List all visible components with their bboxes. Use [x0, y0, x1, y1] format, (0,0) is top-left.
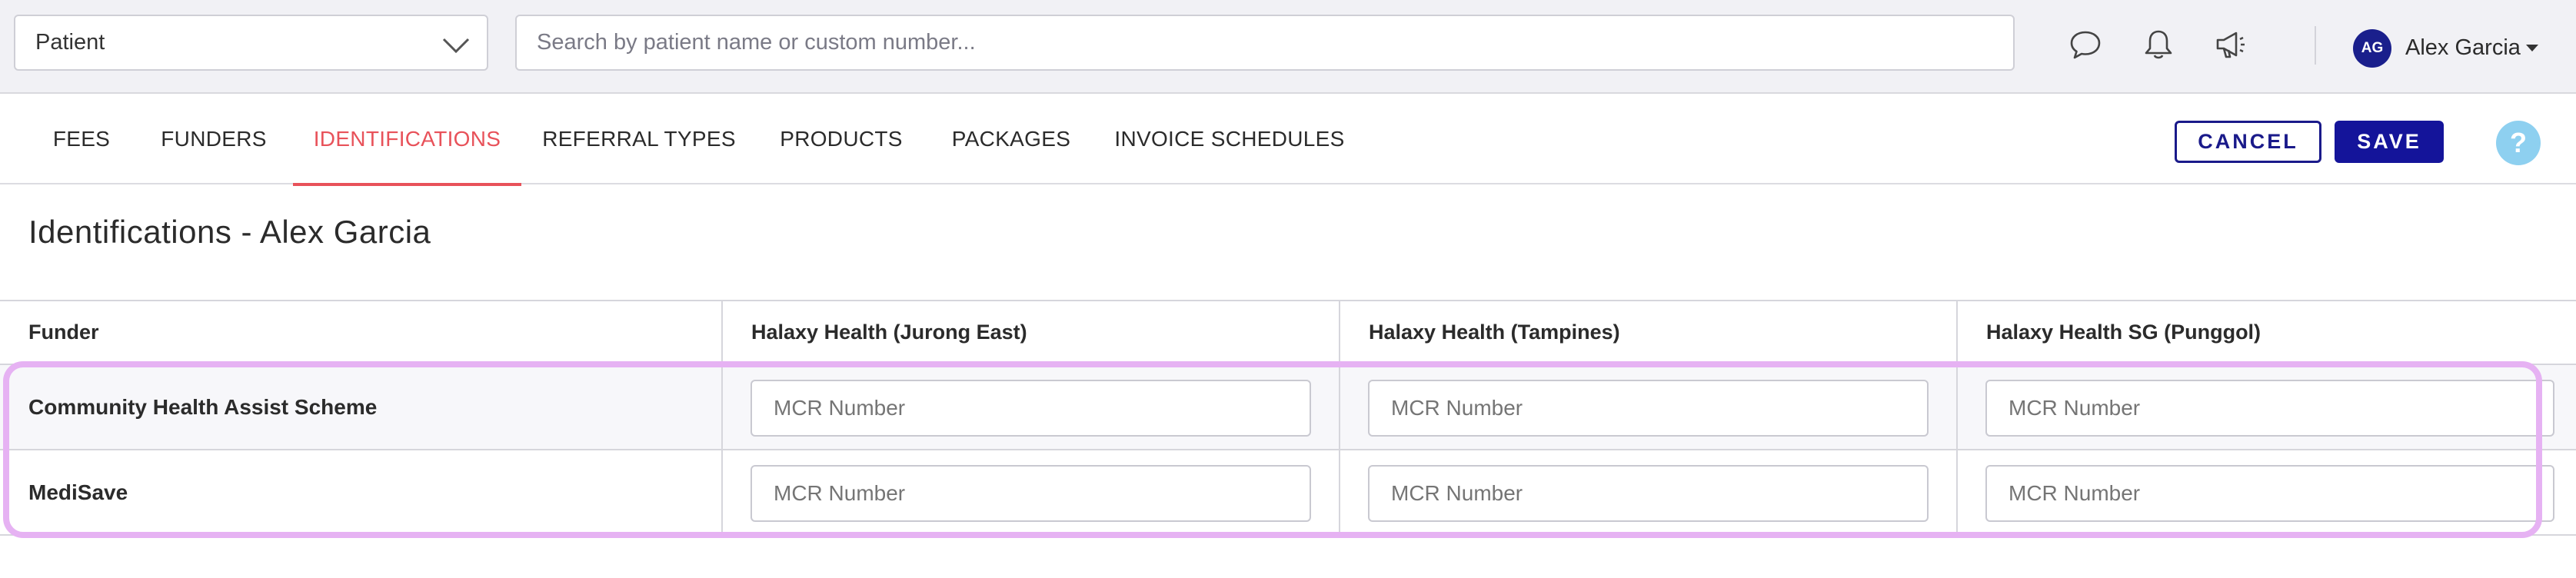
patient-type-select[interactable]: Patient: [14, 15, 488, 71]
tab-label: REFERRAL TYPES: [542, 127, 736, 151]
table-cell: [1340, 450, 1958, 536]
help-icon[interactable]: ?: [2496, 121, 2541, 165]
column-header-location: Halaxy Health (Jurong East): [723, 301, 1340, 365]
column-header-location: Halaxy Health SG (Punggol): [1958, 301, 2576, 365]
user-menu-name[interactable]: Alex Garcia: [2405, 35, 2521, 61]
patient-search-input[interactable]: Search by patient name or custom number.…: [515, 15, 2015, 71]
chevron-down-icon: [442, 38, 470, 54]
bell-icon[interactable]: [2142, 28, 2175, 61]
mcr-number-input[interactable]: [751, 465, 1311, 522]
tab-invoice-schedules[interactable]: INVOICE SCHEDULES: [1110, 94, 1349, 184]
avatar[interactable]: AG: [2353, 29, 2391, 68]
patient-type-select-value: Patient: [35, 30, 105, 55]
top-bar: Patient Search by patient name or custom…: [0, 0, 2576, 94]
funder-name: MediSave: [0, 450, 723, 536]
mcr-number-input[interactable]: [1368, 380, 1929, 437]
table-cell: [723, 450, 1340, 536]
tab-label: FEES: [52, 127, 111, 151]
chat-bubble-icon[interactable]: [2068, 28, 2102, 61]
tab-fees[interactable]: FEES: [35, 94, 128, 184]
megaphone-icon[interactable]: [2213, 28, 2247, 61]
tab-label: IDENTIFICATIONS: [313, 127, 501, 151]
topbar-divider: [2315, 26, 2316, 65]
caret-down-icon[interactable]: [2526, 45, 2538, 51]
save-button[interactable]: SAVE: [2335, 121, 2444, 163]
tab-products[interactable]: PRODUCTS: [774, 94, 909, 184]
tab-packages[interactable]: PACKAGES: [946, 94, 1077, 184]
tab-referral-types[interactable]: REFERRAL TYPES: [538, 94, 740, 184]
tab-funders[interactable]: FUNDERS: [148, 94, 280, 184]
tab-label: PRODUCTS: [780, 127, 903, 151]
funder-name: Community Health Assist Scheme: [0, 365, 723, 450]
mcr-number-input[interactable]: [751, 380, 1311, 437]
column-header-location: Halaxy Health (Tampines): [1340, 301, 1958, 365]
mcr-number-input[interactable]: [1985, 380, 2554, 437]
tab-label: PACKAGES: [951, 127, 1071, 151]
table-cell: [1958, 450, 2576, 536]
column-header-funder: Funder: [0, 301, 723, 365]
table-cell: [723, 365, 1340, 450]
table-cell: [1340, 365, 1958, 450]
page-title: Identifications - Alex Garcia: [28, 214, 431, 250]
identifications-table: Funder Halaxy Health (Jurong East) Halax…: [0, 300, 2576, 538]
settings-tabs: FEES FUNDERS IDENTIFICATIONS REFERRAL TY…: [0, 94, 2576, 186]
mcr-number-input[interactable]: [1368, 465, 1929, 522]
tab-label: INVOICE SCHEDULES: [1114, 127, 1345, 151]
mcr-number-input[interactable]: [1985, 465, 2554, 522]
tab-identifications[interactable]: IDENTIFICATIONS: [293, 94, 521, 186]
patient-search-placeholder: Search by patient name or custom number.…: [537, 30, 976, 55]
table-cell: [1958, 365, 2576, 450]
cancel-button[interactable]: CANCEL: [2175, 121, 2321, 163]
tab-label: FUNDERS: [161, 127, 267, 151]
avatar-initials: AG: [2361, 40, 2384, 56]
